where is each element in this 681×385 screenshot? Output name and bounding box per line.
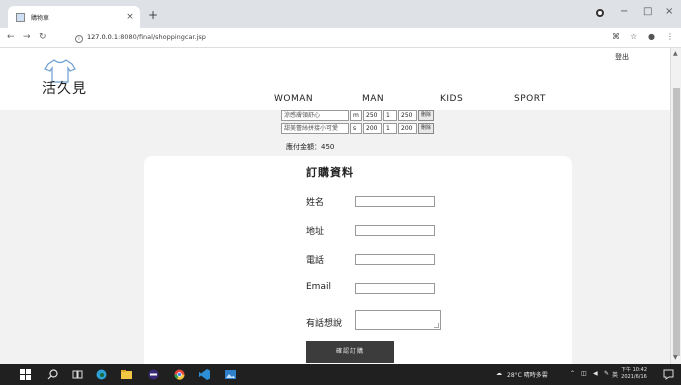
address-label: 地址: [306, 227, 325, 237]
browser-tab-bar: 購物車 × + − □ ×: [0, 0, 681, 28]
product-subtotal: 250: [398, 110, 417, 121]
scroll-down-icon[interactable]: ▼: [673, 354, 678, 361]
weather-icon[interactable]: ☁: [496, 370, 502, 377]
ime-indicator[interactable]: 英: [612, 370, 618, 379]
total-amount: 應付金額：450: [286, 143, 335, 151]
order-form: 訂購資料 姓名 地址 電話 Email 有話想說 確認訂購: [144, 156, 572, 364]
site-info-icon[interactable]: i: [75, 35, 83, 43]
new-tab-button[interactable]: +: [148, 9, 158, 21]
task-view-icon[interactable]: [72, 369, 83, 380]
weather-status[interactable]: 28°C 晴時多雲: [507, 370, 548, 379]
clock-time: 下午 10:42: [621, 367, 647, 373]
product-quantity: 1: [383, 123, 397, 134]
email-field[interactable]: [355, 283, 435, 294]
delete-item-button[interactable]: 刪除: [418, 110, 435, 121]
file-explorer-icon[interactable]: [121, 369, 132, 380]
minimize-button[interactable]: −: [620, 6, 628, 17]
address-field[interactable]: [355, 225, 435, 236]
clock-date: 2021/6/16: [621, 374, 647, 380]
pen-icon[interactable]: ✎: [604, 370, 609, 377]
delete-item-button[interactable]: 刪除: [418, 123, 435, 134]
phone-field[interactable]: [355, 254, 435, 265]
email-label: Email: [306, 282, 331, 292]
search-icon[interactable]: [47, 369, 58, 380]
windows-taskbar: ☁ 28°C 晴時多雲 ⌃ ◫ ◀ ✎ 英 下午 10:42 2021/6/16: [0, 364, 681, 385]
message-label: 有話想說: [306, 319, 343, 329]
site-header: 活久見 登出 WOMAN MAN KIDS SPORT: [0, 48, 670, 110]
confirm-order-button[interactable]: 確認訂購: [306, 341, 394, 363]
cart-table: 涼感膚領舒心 m 250 1 250 刪除 甜美蕾絲拼接小可愛 s 200 1 …: [281, 110, 435, 136]
resize-grip-icon[interactable]: [434, 323, 439, 328]
system-clock[interactable]: 下午 10:42 2021/6/16: [621, 367, 647, 381]
product-name: 涼感膚領舒心: [281, 110, 349, 121]
nav-kids[interactable]: KIDS: [440, 94, 463, 104]
translate-icon[interactable]: ⌘: [612, 32, 620, 41]
page-favicon-icon: [16, 12, 25, 22]
product-quantity: 1: [383, 110, 397, 121]
logout-link[interactable]: 登出: [615, 52, 629, 62]
message-textarea[interactable]: [355, 310, 441, 330]
nav-woman[interactable]: WOMAN: [274, 94, 313, 104]
tab-close-icon[interactable]: ×: [124, 12, 136, 22]
browser-menu-icon[interactable]: ⋮: [666, 32, 674, 41]
tray-expand-icon[interactable]: ⌃: [570, 370, 575, 377]
photo-app-icon[interactable]: [225, 369, 236, 380]
volume-icon[interactable]: ◀: [593, 370, 598, 377]
forward-arrow-icon[interactable]: →: [23, 32, 31, 42]
nav-man[interactable]: MAN: [362, 94, 384, 104]
product-size: s: [350, 123, 362, 134]
nav-sport[interactable]: SPORT: [514, 94, 546, 104]
account-icon[interactable]: ●: [648, 32, 655, 41]
vscode-icon[interactable]: [199, 369, 210, 380]
reload-icon[interactable]: ↻: [39, 32, 47, 42]
cart-row: 涼感膚領舒心 m 250 1 250 刪除: [281, 110, 435, 122]
maximize-button[interactable]: □: [643, 6, 652, 17]
page-scrollbar[interactable]: ▲ ▼: [670, 48, 681, 364]
url-path: :8080/final/shoppingcar.jsp: [118, 33, 206, 41]
notification-icon[interactable]: [663, 369, 674, 380]
windows-start-icon[interactable]: [20, 369, 31, 380]
cart-row: 甜美蕾絲拼接小可愛 s 200 1 200 刪除: [281, 123, 435, 135]
back-arrow-icon[interactable]: ←: [7, 32, 15, 42]
product-price: 200: [363, 123, 382, 134]
order-form-title: 訂購資料: [306, 166, 354, 179]
product-size: m: [350, 110, 362, 121]
window-close-button[interactable]: ×: [665, 6, 673, 17]
edge-browser-icon[interactable]: [96, 369, 107, 380]
url-field[interactable]: i 127.0.0.1:8080/final/shoppingcar.jsp: [75, 33, 206, 43]
bookmark-star-icon[interactable]: ☆: [630, 32, 637, 41]
address-bar: ← → ↻ i 127.0.0.1:8080/final/shoppingcar.…: [0, 28, 681, 48]
site-logo-text[interactable]: 活久見: [42, 78, 87, 98]
network-icon[interactable]: ◫: [581, 370, 587, 377]
url-host: 127.0.0.1: [87, 33, 119, 41]
scroll-thumb[interactable]: [673, 88, 680, 356]
page-content: 活久見 登出 WOMAN MAN KIDS SPORT 涼感膚領舒心 m 250…: [0, 48, 670, 364]
product-name: 甜美蕾絲拼接小可愛: [281, 123, 349, 134]
eclipse-icon[interactable]: [148, 369, 159, 380]
chrome-icon[interactable]: [174, 369, 185, 380]
name-label: 姓名: [306, 198, 325, 208]
profile-icon[interactable]: [596, 9, 604, 17]
name-field[interactable]: [355, 196, 435, 207]
product-subtotal: 200: [398, 123, 417, 134]
phone-label: 電話: [306, 256, 325, 266]
tab-title: 購物車: [31, 14, 50, 22]
browser-tab[interactable]: 購物車 ×: [8, 6, 140, 28]
product-price: 250: [363, 110, 382, 121]
scroll-up-icon[interactable]: ▲: [673, 50, 678, 57]
